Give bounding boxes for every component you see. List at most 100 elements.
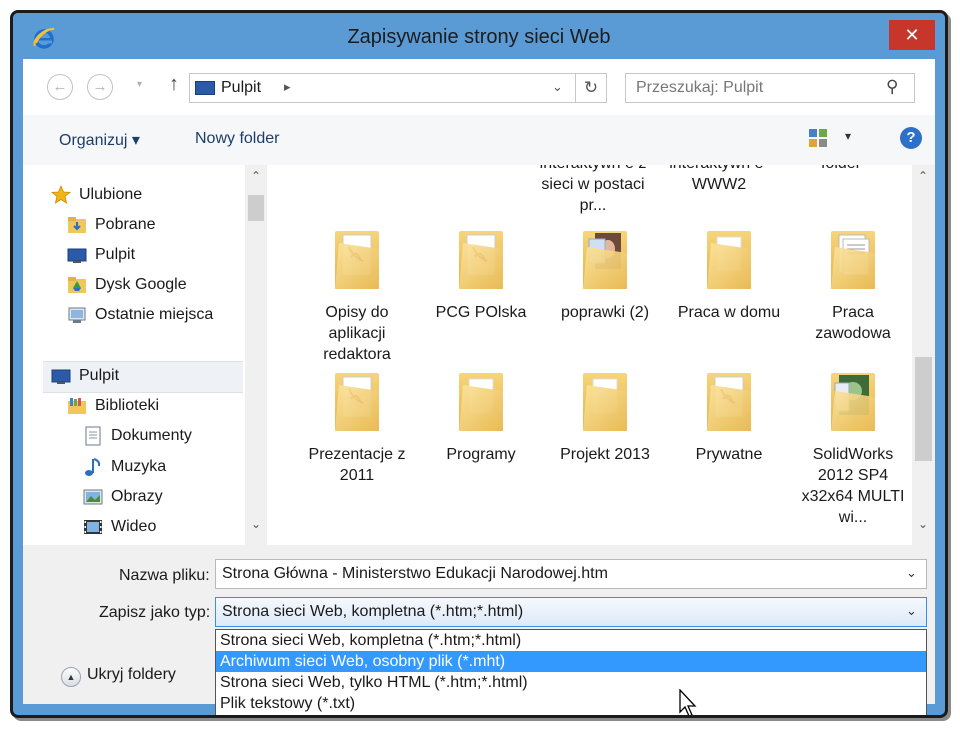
navigation-pane-scrollbar[interactable]: ⌃ ⌄ [245,165,267,545]
desktop-icon [195,81,215,95]
new-folder-button[interactable]: Nowy folder [195,130,279,148]
breadcrumb-arrow-icon[interactable]: ▸ [284,79,291,95]
folder-photo-icon [583,231,627,289]
sidebar-item-documents[interactable]: Dokumenty [83,422,267,450]
folder-docs-icon [831,231,875,289]
scroll-down-arrow-icon[interactable]: ⌄ [912,517,934,531]
filename-dropdown-button[interactable]: ⌄ [906,565,917,581]
star-icon [51,185,71,204]
folder-pdf-icon [707,373,751,431]
file-item[interactable]: poprawki (2) [553,229,657,323]
sidebar-item-favorites[interactable]: Ulubione [51,181,251,209]
forward-button[interactable]: → [87,74,113,100]
window-title: Zapisywanie strony sieci Web [347,26,611,48]
sidebar-item-recent-places[interactable]: Ostatnie miejsca [67,301,267,329]
file-item-label: Projekt 2013 [560,446,650,463]
up-level-button[interactable]: ↑ [169,73,179,96]
file-item[interactable]: Opisy do aplikacji redaktora [305,229,409,365]
recent-places-icon [68,307,86,323]
save-type-label: Zapisz jako typ: [99,604,211,621]
address-dropdown-button[interactable]: ⌄ [552,79,563,95]
sidebar-item-downloads[interactable]: Pobrane [67,211,267,239]
music-icon [85,458,101,476]
desktop-icon [67,248,87,263]
file-item-partial-label[interactable]: interaktywn e z sieci w postaci pr... [533,165,653,216]
file-item[interactable]: Praca zawodowa [801,229,905,344]
sidebar-item-label: Dysk Google [95,276,187,293]
search-input[interactable]: Przeszukaj: Pulpit ⚲ [625,73,915,103]
scroll-thumb[interactable] [915,357,932,461]
sidebar-item-label: Muzyka [111,458,167,475]
file-item[interactable]: Prezentacje z 2011 [305,371,409,486]
filename-value[interactable]: Strona Główna - Ministerstwo Edukacji Na… [222,565,608,583]
file-item[interactable]: Projekt 2013 [553,371,657,465]
scroll-down-arrow-icon[interactable]: ⌄ [245,517,267,531]
scroll-up-arrow-icon[interactable]: ⌃ [245,169,267,183]
save-type-value[interactable]: Strona sieci Web, kompletna (*.htm;*.htm… [222,603,523,621]
recent-locations-button[interactable]: ▾ [137,79,142,90]
save-type-dropdown-button[interactable]: ⌄ [906,603,917,619]
file-item[interactable]: PCG POlska [429,229,533,323]
scroll-thumb[interactable] [248,195,264,221]
folder-pdf-icon [459,231,503,289]
sidebar-item-label: Pulpit [79,367,120,384]
sidebar-item-desktop[interactable]: Pulpit [67,241,267,269]
file-item[interactable]: Prywatne [677,371,781,465]
close-button[interactable]: ✕ [889,20,935,50]
google-drive-folder-icon [68,277,86,293]
sidebar-item-pictures[interactable]: Obrazy [83,483,267,511]
folder-pdf-icon [335,373,379,431]
file-item-label: SolidWorks 2012 SP4 x32x64 MULTI wi... [801,446,905,526]
help-icon[interactable]: ? [900,127,922,149]
file-item[interactable]: Praca w domu [677,229,781,323]
sidebar-item-video[interactable]: Wideo [83,513,267,541]
save-type-options-list: Strona sieci Web, kompletna (*.htm;*.htm… [215,629,927,715]
sidebar-item-label: Ostatnie miejsca [95,306,214,323]
title-bar[interactable]: Zapisywanie strony sieci Web ✕ [13,13,945,59]
search-placeholder: Przeszukaj: Pulpit [636,79,764,96]
change-view-icon[interactable] [808,128,828,148]
sidebar-item-music[interactable]: Muzyka [83,453,267,481]
file-item-label: Opisy do aplikacji redaktora [323,304,391,363]
scroll-up-arrow-icon[interactable]: ⌃ [912,169,934,183]
search-icon[interactable]: ⚲ [886,77,898,97]
file-item[interactable]: Programy [429,371,533,465]
sidebar-item-desktop-root[interactable]: Pulpit [51,362,251,390]
save-type-option[interactable]: Strona sieci Web, kompletna (*.htm;*.htm… [216,630,926,651]
save-type-option[interactable]: Strona sieci Web, tylko HTML (*.htm;*.ht… [216,672,926,693]
sidebar-item-label: Dokumenty [111,427,192,444]
folder-icon [459,373,503,431]
desktop-icon [51,369,71,384]
back-button[interactable]: ← [47,74,73,100]
save-type-select[interactable]: Strona sieci Web, kompletna (*.htm;*.htm… [215,597,927,627]
file-item-label: Praca zawodowa [815,304,891,342]
refresh-button[interactable]: ↻ [575,73,607,103]
folder-icon [583,373,627,431]
file-item-label: Praca w domu [677,304,781,321]
address-box[interactable]: Pulpit ▸ ⌄ [189,73,577,103]
file-item-partial-label[interactable]: interaktywn e-WWW2 [659,165,779,195]
video-icon [84,520,102,534]
address-location[interactable]: Pulpit [221,79,261,97]
view-dropdown-button[interactable]: ▾ [845,129,851,143]
file-item-label: Programy [446,446,516,463]
organize-button[interactable]: Organizuj ▾ [59,130,140,150]
sidebar-item-google-drive[interactable]: Dysk Google [67,271,267,299]
file-list-scrollbar[interactable]: ⌃ ⌄ [912,165,935,545]
save-dialog-window: Zapisywanie strony sieci Web ✕ ← → ▾ ↑ P… [10,10,948,718]
libraries-icon [68,398,86,414]
address-bar-row: ← → ▾ ↑ Pulpit ▸ ⌄ ↻ Przeszukaj: Pulpit … [23,59,935,115]
file-item[interactable]: SolidWorks 2012 SP4 x32x64 MULTI wi... [801,371,905,528]
navigation-pane: Ulubione Pobrane Pulpit Dysk Google Osta… [23,165,267,545]
sidebar-item-label: Pobrane [95,216,156,233]
filename-input[interactable]: Strona Główna - Ministerstwo Edukacji Na… [215,559,927,589]
sidebar-item-label: Obrazy [111,488,163,505]
save-type-option[interactable]: Plik tekstowy (*.txt) [216,693,926,714]
downloads-folder-icon [68,217,86,233]
command-toolbar: Organizuj ▾ Nowy folder ▾ ? [23,115,935,165]
save-type-option-selected[interactable]: Archiwum sieci Web, osobny plik (*.mht) [216,651,926,672]
file-item-partial-label[interactable]: folder [781,165,901,174]
sidebar-item-libraries[interactable]: Biblioteki [67,392,267,420]
folder-green-icon [831,373,875,431]
pictures-icon [83,489,103,505]
